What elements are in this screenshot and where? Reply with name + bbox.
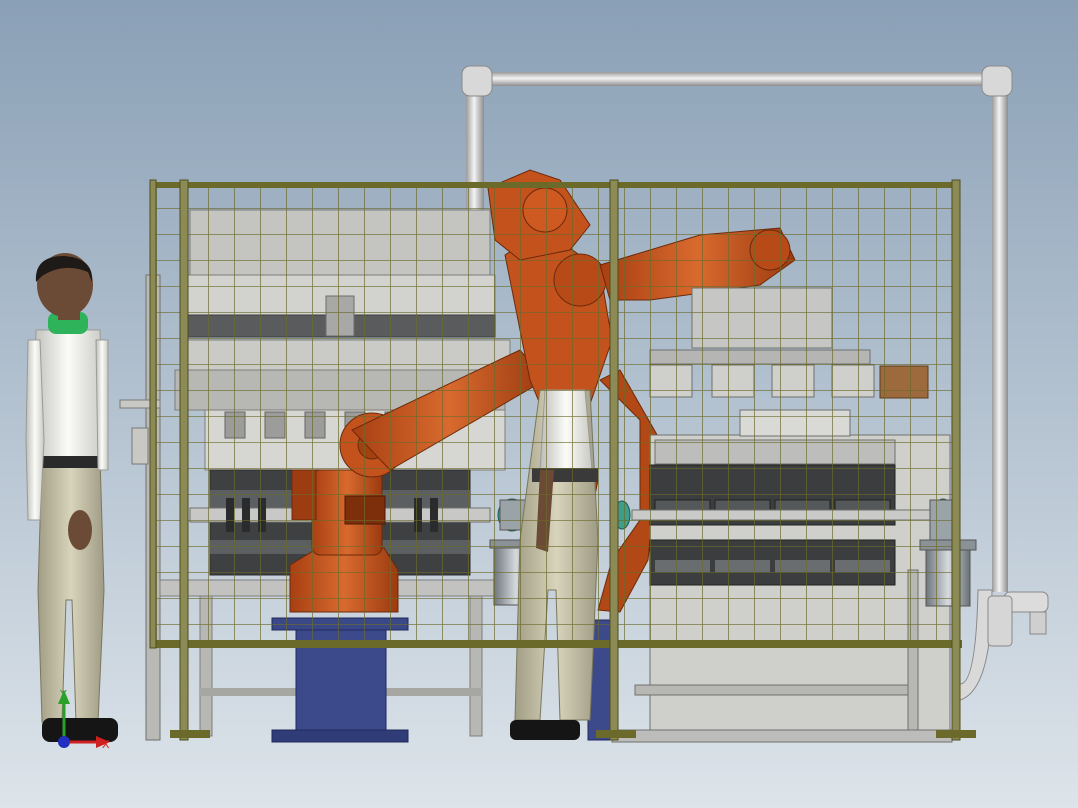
triad-y-label: Y [59,688,67,701]
triad-x-label: X [102,738,110,751]
workcell-drawing: Y X [0,0,1078,808]
cad-viewport[interactable]: Y X [0,0,1078,808]
